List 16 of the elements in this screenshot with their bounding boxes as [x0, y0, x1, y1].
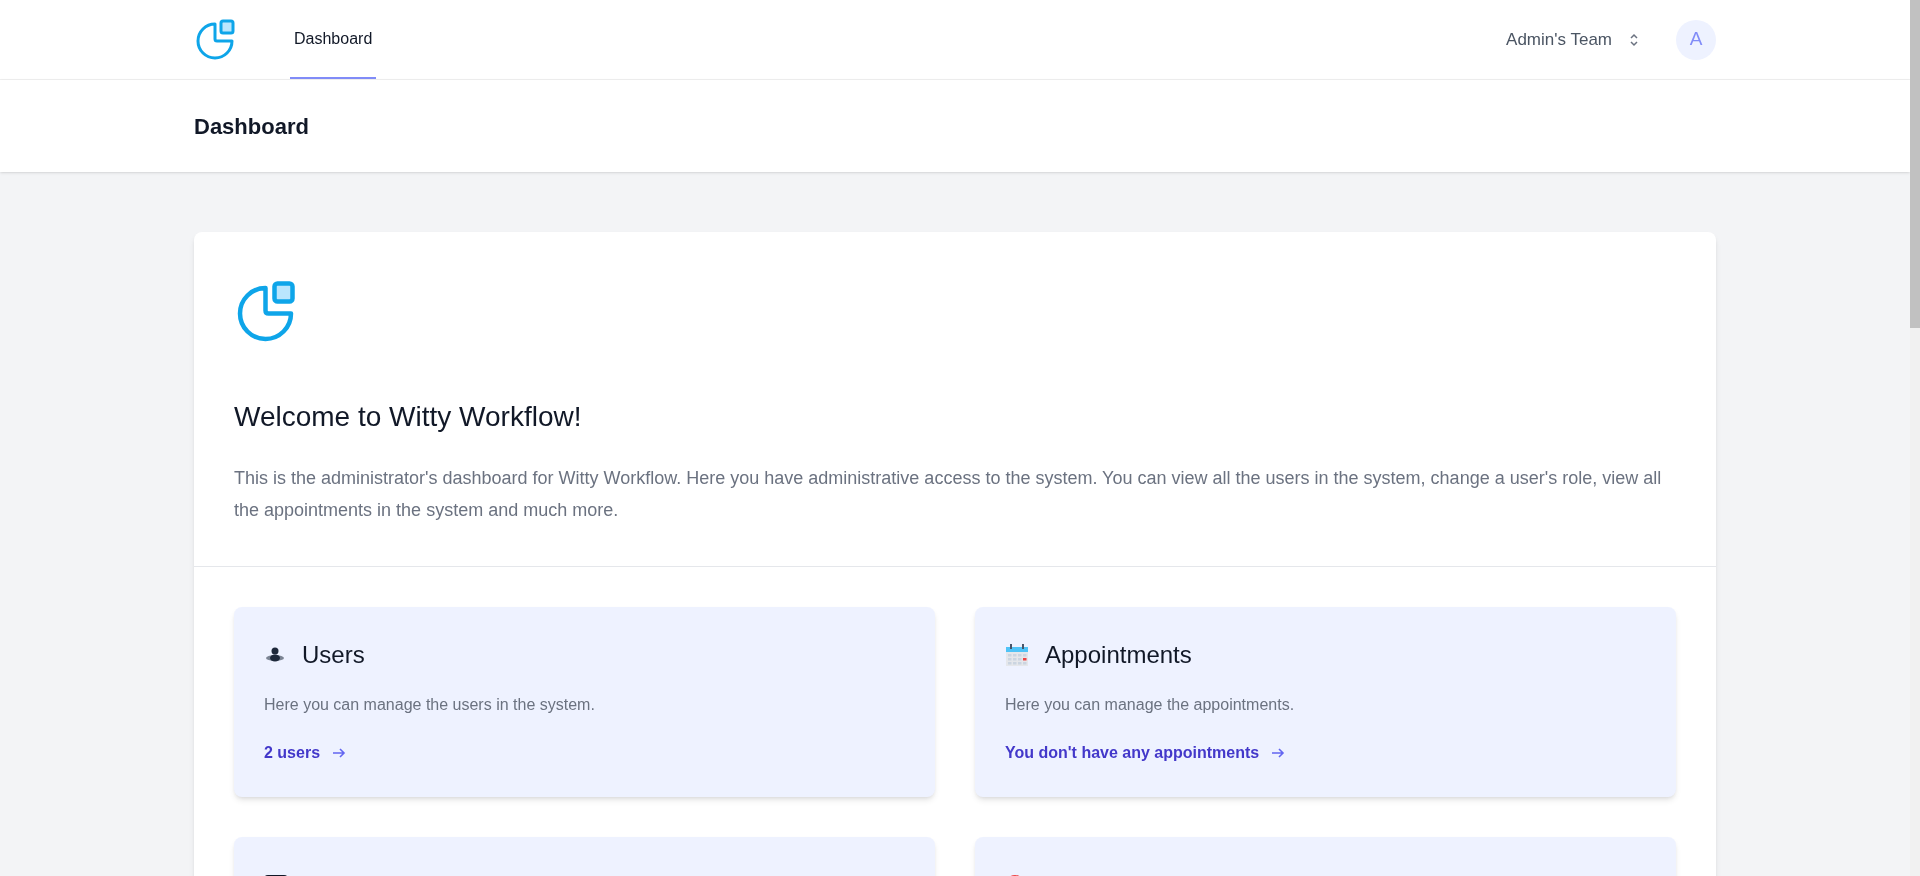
welcome-text: This is the administrator's dashboard for Witty Workflow. Here you have administrative access to the system. You can view all the users in the system, change a user's role, view all the appointments in the system and much more.	[234, 467, 1663, 522]
calendar-icon	[1005, 643, 1029, 667]
card-link[interactable]: 2 users	[264, 741, 347, 765]
chevron-up-down-icon	[1628, 31, 1640, 48]
page-title: Dashboard	[194, 112, 309, 141]
card-link[interactable]: You don't have any appointments	[1005, 741, 1286, 765]
card-description: Here you can manage the appointments.	[1005, 695, 1296, 715]
arrow-right-icon	[332, 747, 347, 759]
card-title: Users	[302, 640, 365, 670]
welcome-heading: Welcome to Witty Workflow!	[234, 400, 583, 434]
card-description: Here you can manage the users in the system.	[264, 695, 596, 715]
team-selector[interactable]: Admin's Team	[1506, 26, 1640, 53]
card-title: Appointments	[1045, 640, 1192, 670]
scrollbar-thumb[interactable]	[1910, 0, 1920, 328]
arrow-right-icon	[1271, 747, 1286, 759]
scrollbar[interactable]	[1910, 0, 1920, 876]
